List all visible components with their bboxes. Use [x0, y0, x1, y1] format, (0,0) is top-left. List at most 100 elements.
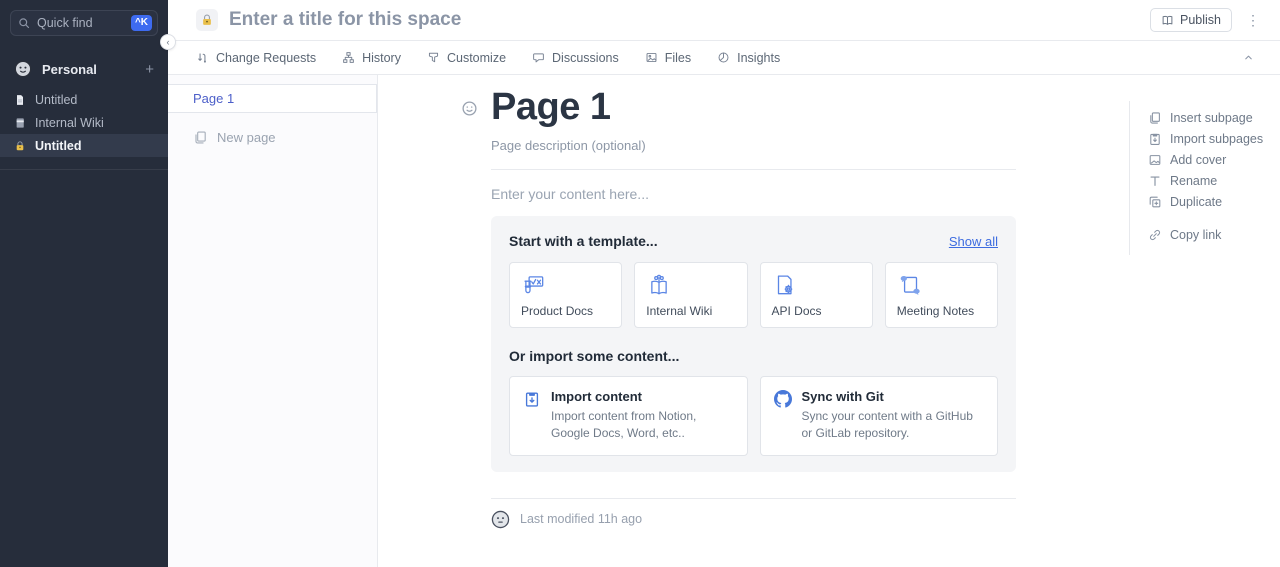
product-docs-icon — [521, 272, 610, 298]
insights-pie-icon — [717, 51, 730, 64]
document-area: Page 1 Page description (optional) Enter… — [378, 75, 1129, 567]
page-list-item-page1[interactable]: Page 1 — [168, 84, 377, 113]
history-icon — [342, 51, 355, 64]
space-title-input[interactable]: Enter a title for this space — [229, 9, 1150, 31]
tab-label: Change Requests — [216, 51, 316, 65]
api-docs-icon — [772, 272, 861, 298]
tab-label: Files — [665, 51, 691, 65]
pages-icon — [193, 130, 208, 145]
template-grid: Product Docs Internal Wiki — [509, 262, 998, 328]
workarea: Page 1 New page Page 1 Page description … — [168, 75, 1280, 567]
tab-label: Discussions — [552, 51, 619, 65]
template-suggestions-box: Start with a template... Show all Produc… — [491, 216, 1016, 472]
pages-icon — [1148, 111, 1162, 125]
quick-find-search[interactable]: Quick find ^K — [10, 10, 158, 36]
sidebar-item-internal-wiki[interactable]: Internal Wiki — [0, 111, 168, 134]
page-description-placeholder[interactable]: Page description (optional) — [491, 138, 1016, 153]
space-tabbar: Change Requests History Customize Discus… — [168, 41, 1280, 75]
discussion-bubble-icon — [532, 51, 545, 64]
lock-icon — [200, 13, 214, 27]
duplicate-action[interactable]: Duplicate — [1148, 191, 1280, 212]
insert-subpage-action[interactable]: Insert subpage — [1148, 107, 1280, 128]
action-label: Import subpages — [1170, 132, 1263, 146]
page-emoji-button[interactable] — [461, 100, 478, 117]
page-icon — [14, 94, 26, 106]
book-icon — [14, 117, 26, 129]
workspace-name: Personal — [42, 62, 145, 77]
template-label: Product Docs — [521, 304, 610, 318]
search-placeholder: Quick find — [37, 16, 131, 30]
user-avatar — [491, 510, 510, 529]
show-all-link[interactable]: Show all — [949, 234, 998, 249]
new-page-label: New page — [217, 130, 276, 145]
action-label: Add cover — [1170, 153, 1226, 167]
sidebar-item-untitled-1[interactable]: Untitled — [0, 88, 168, 111]
import-subpages-action[interactable]: Import subpages — [1148, 128, 1280, 149]
sidebar-collapse-button[interactable]: ‹ — [160, 34, 176, 50]
tab-label: Insights — [737, 51, 780, 65]
template-label: Meeting Notes — [897, 304, 986, 318]
workspace-row[interactable]: Personal + — [0, 60, 168, 78]
template-label: Internal Wiki — [646, 304, 735, 318]
template-card-product-docs[interactable]: Product Docs — [509, 262, 622, 328]
rename-action[interactable]: Rename — [1148, 170, 1280, 191]
tab-files[interactable]: Files — [645, 51, 691, 65]
actions-spacer — [1148, 212, 1280, 224]
page-title[interactable]: Page 1 — [491, 86, 1016, 129]
add-cover-action[interactable]: Add cover — [1148, 149, 1280, 170]
last-modified-text: Last modified 11h ago — [520, 512, 642, 526]
import-card-title: Sync with Git — [802, 389, 985, 404]
tab-customize[interactable]: Customize — [427, 51, 506, 65]
change-requests-icon — [196, 51, 209, 64]
book-open-icon — [1161, 14, 1174, 27]
import-heading: Or import some content... — [509, 348, 998, 364]
link-icon — [1148, 228, 1162, 242]
workspace-sidebar: Quick find ^K Personal + Untitled Intern… — [0, 0, 168, 567]
import-card-description: Import content from Notion, Google Docs,… — [551, 408, 734, 443]
sidebar-item-label: Untitled — [35, 93, 77, 107]
sidebar-item-label: Untitled — [35, 139, 82, 153]
lock-icon — [14, 140, 26, 152]
template-card-meeting-notes[interactable]: Meeting Notes — [885, 262, 998, 328]
publish-button[interactable]: Publish — [1150, 8, 1232, 32]
action-label: Copy link — [1170, 228, 1221, 242]
divider — [491, 498, 1016, 499]
tab-label: Customize — [447, 51, 506, 65]
sidebar-item-untitled-2[interactable]: Untitled — [0, 134, 168, 157]
page-list-panel: Page 1 New page — [168, 75, 378, 567]
tab-history[interactable]: History — [342, 51, 401, 65]
sync-with-git-card[interactable]: Sync with Git Sync your content with a G… — [760, 376, 999, 456]
main-area: Enter a title for this space Publish ⋮ C… — [168, 0, 1280, 567]
tab-change-requests[interactable]: Change Requests — [196, 51, 316, 65]
import-clipboard-icon — [1148, 132, 1162, 146]
import-card-title: Import content — [551, 389, 734, 404]
image-icon — [645, 51, 658, 64]
meeting-notes-icon — [897, 272, 986, 298]
space-emoji-button[interactable] — [196, 9, 218, 31]
copy-link-action[interactable]: Copy link — [1148, 224, 1280, 245]
sidebar-divider — [0, 169, 168, 170]
action-label: Insert subpage — [1170, 111, 1253, 125]
template-card-internal-wiki[interactable]: Internal Wiki — [634, 262, 747, 328]
import-grid: Import content Import content from Notio… — [509, 376, 998, 456]
page-actions-panel: Insert subpage Import subpages Add cover — [1129, 75, 1280, 567]
collapse-tabbar-icon[interactable] — [1243, 52, 1254, 63]
text-icon — [1148, 174, 1162, 188]
last-modified-row: Last modified 11h ago — [491, 510, 1016, 529]
space-list: Untitled Internal Wiki Untitled — [0, 88, 168, 157]
duplicate-icon — [1148, 195, 1162, 209]
content-placeholder[interactable]: Enter your content here... — [491, 186, 1016, 202]
internal-wiki-icon — [646, 272, 735, 298]
import-content-card[interactable]: Import content Import content from Notio… — [509, 376, 748, 456]
more-options-icon[interactable]: ⋮ — [1246, 13, 1260, 27]
new-page-button[interactable]: New page — [168, 130, 377, 145]
tab-insights[interactable]: Insights — [717, 51, 780, 65]
template-card-api-docs[interactable]: API Docs — [760, 262, 873, 328]
customize-icon — [427, 51, 440, 64]
action-label: Duplicate — [1170, 195, 1222, 209]
add-space-icon[interactable]: + — [145, 62, 154, 77]
space-header: Enter a title for this space Publish ⋮ — [168, 0, 1280, 41]
publish-label: Publish — [1180, 13, 1221, 27]
action-label: Rename — [1170, 174, 1217, 188]
tab-discussions[interactable]: Discussions — [532, 51, 619, 65]
